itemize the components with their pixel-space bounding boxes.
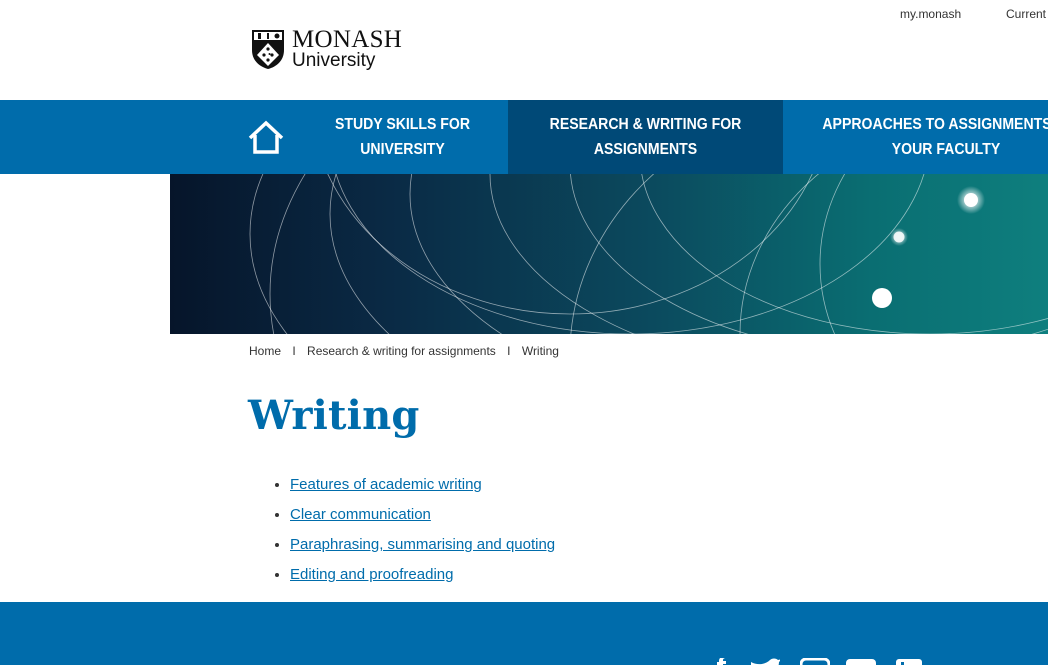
nav-study-skills[interactable]: STUDY SKILLS FOR UNIVERSITY [300, 100, 505, 174]
breadcrumb-separator: I [507, 344, 511, 358]
linkedin-icon[interactable] [894, 658, 924, 672]
nav-approaches-assignments[interactable]: APPROACHES TO ASSIGNMENTS IN YOUR FACULT… [786, 100, 1048, 174]
link-clear-communication[interactable]: Clear communication [290, 506, 431, 523]
breadcrumb-current: Writing [521, 344, 559, 358]
monash-crest-icon [252, 30, 284, 69]
breadcrumb-separator: I [292, 344, 296, 358]
facebook-icon[interactable] [714, 658, 744, 672]
footer [0, 602, 1048, 672]
twitter-icon[interactable] [750, 658, 780, 672]
list-item: Clear communication [290, 502, 555, 532]
list-item: Features of academic writing [290, 472, 555, 502]
nav-study-skills-label: STUDY SKILLS FOR UNIVERSITY [334, 116, 471, 158]
home-icon[interactable] [246, 118, 286, 158]
hero-decorative-arcs [249, 174, 1048, 334]
breadcrumb: Home I Research & writing for assignment… [249, 344, 559, 358]
breadcrumb-research-writing[interactable]: Research & writing for assignments [307, 344, 496, 358]
link-paraphrasing[interactable]: Paraphrasing, summarising and quoting [290, 536, 555, 553]
logo-wordmark-monash: MONASH [292, 26, 403, 53]
link-features-academic-writing[interactable]: Features of academic writing [290, 476, 482, 493]
utility-links: my.monash Current [0, 7, 1048, 27]
nav-research-writing-label: RESEARCH & WRITING FOR ASSIGNMENTS [549, 116, 742, 158]
list-item: Paraphrasing, summarising and quoting [290, 532, 555, 562]
page-title: Writing [248, 392, 420, 439]
monash-logo[interactable]: MONASH University [250, 27, 410, 71]
instagram-icon[interactable] [800, 658, 830, 672]
my-monash-link[interactable]: my.monash [900, 7, 961, 21]
main-nav: STUDY SKILLS FOR UNIVERSITY RESEARCH & W… [0, 100, 1048, 174]
nav-research-writing[interactable]: RESEARCH & WRITING FOR ASSIGNMENTS [508, 100, 783, 174]
youtube-icon[interactable] [846, 658, 876, 672]
list-item: Editing and proofreading [290, 562, 555, 592]
logo-wordmark-university: University [292, 50, 376, 71]
current-students-link[interactable]: Current [1006, 7, 1046, 21]
hero-banner [170, 174, 1048, 334]
link-editing-proofreading[interactable]: Editing and proofreading [290, 566, 453, 583]
breadcrumb-home[interactable]: Home [249, 344, 281, 358]
nav-approaches-label: APPROACHES TO ASSIGNMENTS IN YOUR FACULT… [822, 116, 1048, 158]
writing-topics-list: Features of academic writing Clear commu… [270, 472, 555, 592]
